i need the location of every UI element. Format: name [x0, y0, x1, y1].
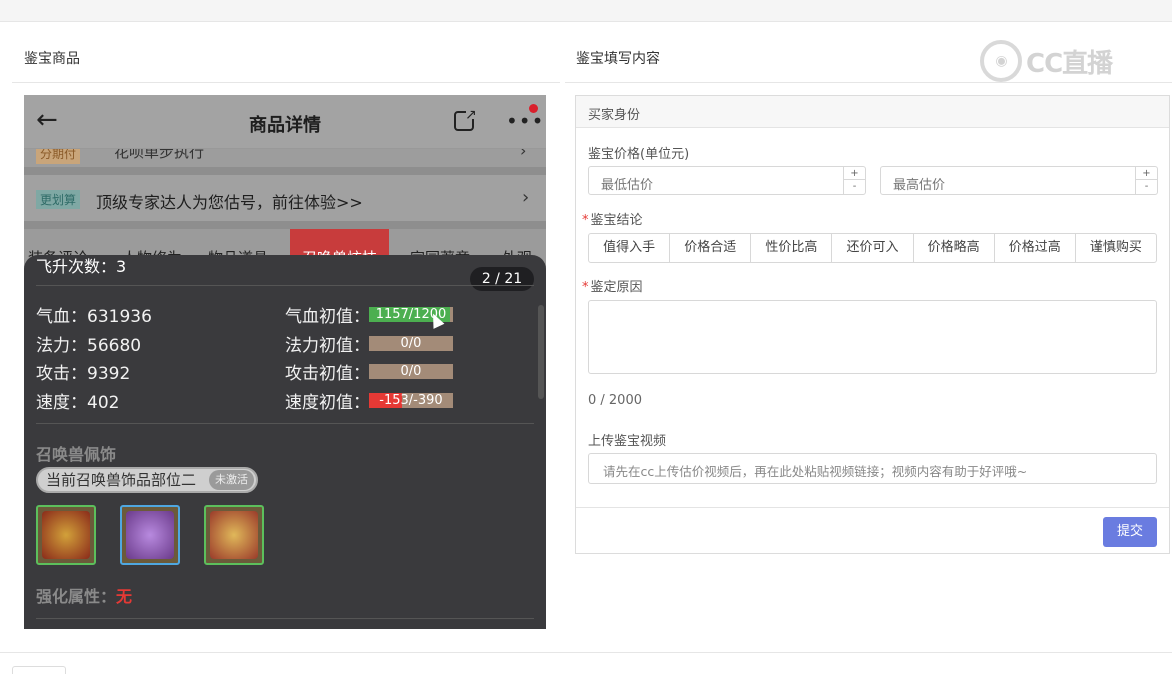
video-link-placeholder: 请先在cc上传估价视频后，再在此处粘贴视频链接；视频内容有助于好评哦~	[603, 464, 1028, 479]
accessory-item-2[interactable]	[120, 505, 180, 565]
section-title-item: 鉴宝商品	[24, 51, 80, 67]
installment-tag: 分期付	[36, 149, 81, 164]
stat-hp: 气血：631936	[36, 307, 152, 327]
min-price-input[interactable]: 最低估价 + -	[588, 166, 866, 195]
stat-atk-init-label: 攻击初值：	[285, 364, 370, 384]
max-price-placeholder: 最高估价	[893, 178, 946, 193]
video-link-input[interactable]: 请先在cc上传估价视频后，再在此处粘贴视频链接；视频内容有助于好评哦~	[588, 453, 1157, 484]
form-footer-divider	[576, 507, 1169, 508]
stat-mp-init-label: 法力初值：	[285, 336, 370, 356]
stat-hp-init-label: 气血初值：	[285, 307, 370, 327]
bottom-bar	[0, 652, 1172, 674]
section-title-form: 鉴宝填写内容	[576, 51, 660, 67]
min-price-placeholder: 最低估价	[601, 178, 654, 193]
conclusion-option[interactable]: 值得入手	[589, 234, 671, 262]
conclusion-options: 值得入手 价格合适 性价比高 还价可入 价格略高 价格过高 谨慎购买	[588, 233, 1157, 263]
phone-header: ← 商品详情 ↗ •••	[24, 95, 546, 149]
conclusion-option[interactable]: 价格略高	[914, 234, 995, 262]
more-icon[interactable]: •••	[506, 109, 544, 133]
stat-mp: 法力：56680	[36, 336, 142, 356]
conclusion-option[interactable]: 价格过高	[995, 234, 1076, 262]
conclusion-option[interactable]: 价格合适	[670, 234, 752, 262]
scrollbar[interactable]	[538, 305, 544, 399]
enhance-label: 强化属性：	[36, 587, 117, 606]
decrement-button[interactable]: -	[844, 180, 865, 193]
watermark-logo: ◉ CC直播	[980, 40, 1113, 82]
conclusion-label-text: 鉴宝结论	[590, 213, 643, 228]
stat-spd-init-label: 速度初值：	[285, 393, 370, 413]
share-arrow-icon: ↗	[465, 107, 477, 123]
video-label: 上传鉴宝视频	[588, 434, 667, 449]
installment-row[interactable]: 分期付 花呗单步执行 ›	[24, 149, 546, 167]
promo-text: 顶级专家达人为您估号，前往体验>>	[96, 193, 363, 212]
divider-right	[565, 82, 1172, 83]
enhance-value: 无	[116, 587, 133, 606]
top-bar	[0, 0, 1172, 22]
divider	[36, 423, 534, 424]
conclusion-option[interactable]: 性价比高	[751, 234, 833, 262]
accessory-slot-pill: 当前召唤兽饰品部位二 未激活	[36, 467, 258, 493]
stat-atk: 攻击：9392	[36, 364, 131, 384]
conclusion-label: * 鉴宝结论	[582, 209, 643, 228]
installment-text: 花呗单步执行	[114, 149, 205, 161]
increment-button[interactable]: +	[844, 167, 865, 180]
inactive-badge: 未激活	[209, 470, 254, 490]
chevron-right-icon: ›	[522, 187, 530, 208]
bottom-tab[interactable]	[12, 666, 66, 674]
mp-init-bar: 0/0	[369, 336, 453, 351]
decrement-button[interactable]: -	[1136, 180, 1157, 193]
promo-row[interactable]: 更划算 顶级专家达人为您估号，前往体验>> ›	[24, 175, 546, 221]
reason-textarea[interactable]	[588, 300, 1157, 374]
appraisal-form: 买家身份 鉴宝价格(单位元) 最低估价 + - 最高估价 + - * 鉴宝结论 值…	[575, 95, 1170, 554]
divider	[36, 285, 534, 286]
submit-button[interactable]: 提交	[1103, 517, 1157, 547]
divider	[36, 618, 534, 619]
watermark-text: CC直播	[1026, 48, 1113, 79]
price-label: 鉴宝价格(单位元)	[588, 147, 690, 162]
fly-count: 飞升次数：3	[36, 257, 127, 276]
accessory-slot-label: 当前召唤兽饰品部位二	[46, 471, 197, 489]
accessory-item-1[interactable]	[36, 505, 96, 565]
reason-counter: 0 / 2000	[588, 393, 642, 408]
atk-init-bar: 0/0	[369, 364, 453, 379]
conclusion-option[interactable]: 谨慎购买	[1076, 234, 1156, 262]
chevron-right-icon: ›	[520, 149, 527, 160]
required-mark: *	[582, 213, 589, 228]
watermark-icon: ◉	[980, 40, 1022, 82]
reason-label: * 鉴定原因	[582, 276, 643, 295]
buyer-identity-header: 买家身份	[576, 96, 1169, 128]
max-price-input[interactable]: 最高估价 + -	[880, 166, 1158, 195]
accessory-item-3[interactable]	[204, 505, 264, 565]
accessory-title: 召唤兽佩饰	[36, 445, 117, 464]
enhance-attribute: 强化属性：无	[36, 583, 132, 607]
reason-label-text: 鉴定原因	[590, 280, 643, 295]
spd-init-bar: -153/-390	[369, 393, 453, 408]
notification-dot	[529, 104, 538, 113]
max-price-stepper[interactable]: + -	[1135, 167, 1157, 194]
divider-left	[12, 82, 560, 83]
page-indicator: 2 / 21	[470, 267, 534, 291]
increment-button[interactable]: +	[1136, 167, 1157, 180]
stat-spd: 速度：402	[36, 393, 120, 413]
required-mark: *	[582, 280, 589, 295]
conclusion-option[interactable]: 还价可入	[832, 234, 914, 262]
promo-tag: 更划算	[36, 190, 81, 209]
phone-screenshot: ← 商品详情 ↗ ••• 分期付 花呗单步执行 › 更划算 顶级专家达人为您估号…	[24, 95, 546, 629]
min-price-stepper[interactable]: + -	[843, 167, 865, 194]
summon-detail-card: 飞升次数：3 2 / 21 气血：631936 法力：56680 攻击：9392…	[24, 255, 546, 629]
